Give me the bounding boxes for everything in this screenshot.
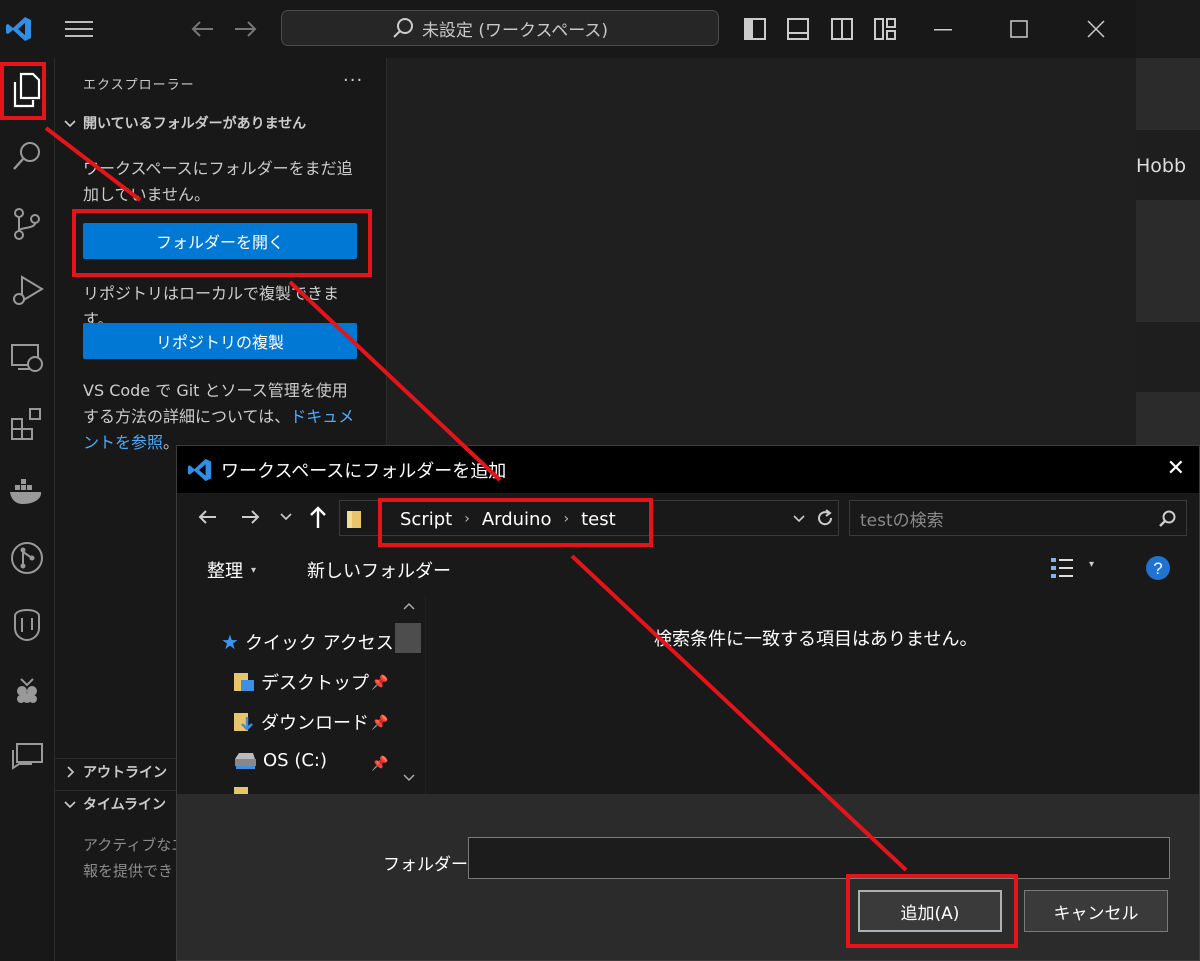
star-icon: ★ <box>221 630 239 654</box>
pin-icon[interactable]: 📌 <box>371 675 388 691</box>
pin-icon[interactable]: 📌 <box>371 756 388 772</box>
maximize-icon[interactable] <box>1006 16 1032 42</box>
add-folder-dialog: ワークスペースにフォルダーを追加 ✕ Script › Arduino › te… <box>176 445 1200 961</box>
folder-search-input[interactable]: testの検索 <box>849 500 1187 536</box>
view-options-icon[interactable] <box>1050 556 1076 580</box>
folder-name-input[interactable] <box>468 837 1170 879</box>
nav-item-partial <box>233 787 255 794</box>
minimize-icon[interactable] <box>930 16 956 42</box>
folder-field-label: フォルダー: <box>383 855 474 875</box>
chevron-down-icon <box>63 116 77 130</box>
scrollbar-thumb[interactable] <box>395 623 421 653</box>
menu-icon[interactable] <box>62 14 96 44</box>
up-arrow-icon[interactable] <box>308 505 328 529</box>
toggle-primary-sidebar-icon[interactable] <box>742 16 768 42</box>
dropdown-arrow-icon: ▾ <box>251 564 257 576</box>
more-actions-icon[interactable]: ··· <box>343 70 363 91</box>
timeline-section-header[interactable]: タイムライン <box>63 794 166 814</box>
downloads-item[interactable]: ダウンロード <box>233 709 369 735</box>
back-arrow-icon[interactable] <box>197 507 217 527</box>
quick-access-item[interactable]: ★ クイック アクセス <box>221 629 394 655</box>
forward-arrow-icon[interactable] <box>241 507 261 527</box>
raspberry-icon[interactable] <box>0 666 54 718</box>
close-icon[interactable]: ✕ <box>1167 456 1185 481</box>
dialog-navigation-bar: Script › Arduino › test testの検索 <box>177 493 1199 543</box>
activity-bar <box>0 58 55 961</box>
remote-explorer-icon[interactable] <box>0 332 54 384</box>
command-center-text: 未設定 (ワークスペース) <box>421 20 609 41</box>
no-folder-section-header[interactable]: 開いているフォルダーがありません <box>63 113 306 133</box>
title-bar: 未設定 (ワークスペース) <box>0 0 1136 58</box>
pin-icon[interactable]: 📌 <box>371 715 388 731</box>
chevron-right-icon <box>63 765 77 779</box>
annotation-box-explorer <box>0 62 46 120</box>
git-graph-icon[interactable] <box>0 532 54 584</box>
navigation-scrollbar[interactable] <box>395 595 425 794</box>
extensions-icon[interactable] <box>0 398 54 450</box>
toggle-panel-icon[interactable] <box>785 16 811 42</box>
customize-layout-icon[interactable] <box>872 16 898 42</box>
annotation-box-breadcrumb <box>378 498 653 547</box>
os-drive-item[interactable]: OS (C:) <box>233 750 327 771</box>
source-control-icon[interactable] <box>0 198 54 250</box>
annotation-box-open-folder <box>72 209 372 277</box>
back-arrow-icon[interactable] <box>186 14 218 44</box>
toggle-secondary-sidebar-icon[interactable] <box>829 16 855 42</box>
command-center-search[interactable]: 未設定 (ワークスペース) <box>281 10 719 46</box>
dialog-title-bar: ワークスペースにフォルダーを追加 ✕ <box>177 446 1199 493</box>
empty-results-message: 検索条件に一致する項目はありません。 <box>654 629 978 650</box>
scroll-up-icon[interactable] <box>403 601 415 611</box>
navigation-pane: ★ クイック アクセス デスクトップ 📌 ダウンロード 📌 OS (C:) 📌 <box>177 595 425 794</box>
explorer-title: エクスプローラー <box>83 78 195 93</box>
background-window-text: Hobb <box>1136 155 1187 177</box>
dialog-command-bar: 整理 ▾ 新しいフォルダー ▾ ? <box>177 543 1199 595</box>
search-icon <box>392 17 414 39</box>
search-icon[interactable] <box>0 130 54 182</box>
desktop-item[interactable]: デスクトップ <box>233 669 369 695</box>
annotation-box-add-button <box>846 874 1018 948</box>
no-folder-message: ワークスペースにフォルダーをまだ追加していません。 <box>83 159 353 204</box>
vscode-logo-icon <box>4 12 34 46</box>
svg-text:?: ? <box>1153 559 1162 578</box>
clone-repository-button[interactable]: リポジトリの複製 <box>83 323 357 359</box>
drive-icon <box>233 751 257 771</box>
downloads-folder-icon <box>233 711 255 733</box>
dialog-footer: フォルダー: 追加(A) キャンセル <box>177 794 1199 960</box>
recent-locations-chevron-icon[interactable] <box>279 511 293 523</box>
file-list: 検索条件に一致する項目はありません。 <box>426 595 1199 794</box>
organize-menu[interactable]: 整理 ▾ <box>207 557 256 583</box>
dialog-title: ワークスペースにフォルダーを追加 <box>221 460 507 482</box>
chevron-down-icon <box>63 797 77 811</box>
vscode-logo-icon <box>187 457 213 483</box>
new-folder-button[interactable]: 新しいフォルダー <box>307 557 451 583</box>
close-window-icon[interactable] <box>1083 16 1109 42</box>
section-title: 開いているフォルダーがありません <box>83 116 307 132</box>
database-icon[interactable] <box>0 598 54 650</box>
run-debug-icon[interactable] <box>0 264 54 316</box>
live-share-chat-icon[interactable] <box>0 732 54 784</box>
refresh-icon[interactable] <box>816 509 834 527</box>
address-dropdown-icon[interactable] <box>792 513 806 525</box>
scroll-down-icon[interactable] <box>403 773 415 783</box>
forward-arrow-icon[interactable] <box>230 14 262 44</box>
view-dropdown-icon[interactable]: ▾ <box>1089 559 1094 570</box>
docker-icon[interactable] <box>0 466 54 518</box>
search-icon <box>1158 510 1176 528</box>
help-icon[interactable]: ? <box>1145 555 1171 581</box>
cancel-button[interactable]: キャンセル <box>1024 890 1168 932</box>
desktop-folder-icon <box>233 671 255 693</box>
folder-icon <box>346 509 362 529</box>
outline-section-header[interactable]: アウトライン <box>63 762 167 782</box>
